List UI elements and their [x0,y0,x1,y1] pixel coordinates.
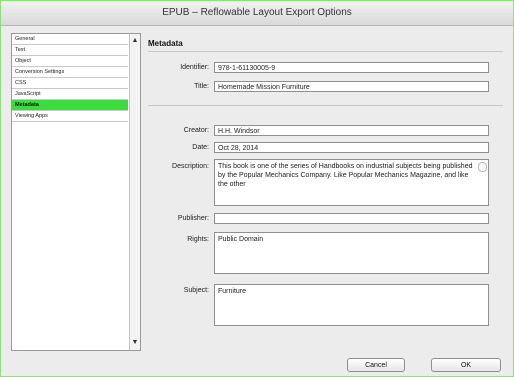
sidebar-item-text[interactable]: Text [12,45,128,56]
sidebar-item-object[interactable]: Object [12,56,128,67]
title-label: Title: [194,83,209,90]
description-field[interactable]: This book is one of the series of Handbo… [214,159,489,206]
cancel-button[interactable]: Cancel [347,358,405,372]
category-list-items: General Text Object Conversion Settings … [12,34,128,122]
identifier-label: Identifier: [180,64,209,71]
sidebar-item-general[interactable]: General [12,34,128,45]
description-text: This book is one of the series of Handbo… [218,163,473,188]
date-field[interactable]: Oct 28, 2014 [214,142,489,153]
creator-field[interactable]: H.H. Windsor [214,125,489,136]
export-options-dialog: EPUB – Reflowable Layout Export Options … [0,0,514,377]
description-label: Description: [172,163,209,170]
window-title: EPUB – Reflowable Layout Export Options [1,1,513,26]
rights-label: Rights: [187,236,209,243]
sidebar-item-metadata[interactable]: Metadata [12,100,128,111]
publisher-field[interactable] [214,213,489,224]
subject-label: Subject: [183,287,209,294]
identifier-field[interactable]: 978-1-61130005-9 [214,62,489,73]
sidebar-item-css[interactable]: CSS [12,78,128,89]
sidebar-item-javascript[interactable]: JavaScript [12,89,128,100]
rights-field[interactable]: Public Domain [214,232,489,274]
metadata-divider [148,105,503,106]
sidebar-item-conversion-settings[interactable]: Conversion Settings [12,67,128,78]
date-label: Date: [192,144,209,151]
sidebar-item-viewing-apps[interactable]: Viewing Apps [12,111,128,122]
category-list[interactable]: General Text Object Conversion Settings … [11,33,141,351]
publisher-label: Publisher: [177,215,209,222]
description-scroll-icon[interactable] [478,162,487,172]
creator-label: Creator: [183,127,209,134]
title-field[interactable]: Homemade Mission Furniture [214,81,489,92]
sidebar-scrollbar[interactable]: ▲ ▼ [129,34,140,350]
subject-field[interactable]: Furniture [214,284,489,326]
scroll-up-arrow-icon[interactable]: ▲ [130,36,140,46]
section-divider [148,51,503,52]
scroll-down-arrow-icon[interactable]: ▼ [130,338,140,348]
section-title: Metadata [148,39,183,48]
ok-button[interactable]: OK [431,358,501,372]
